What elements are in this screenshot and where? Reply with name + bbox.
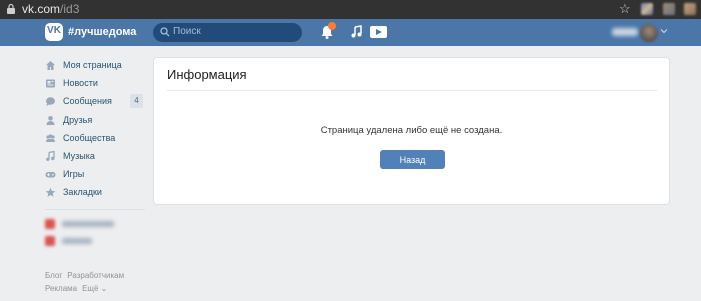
sidebar-nav: Моя страница Новости Сообщения 4 Друзья … (45, 58, 145, 204)
sidebar-item-bookmarks[interactable]: Закладки (45, 185, 145, 203)
extension-icon[interactable] (663, 3, 675, 15)
url-field[interactable]: vk.com/id3 (22, 2, 79, 16)
sidebar-item-groups[interactable]: Сообщества (45, 131, 145, 149)
sidebar-item-games[interactable]: Игры (45, 167, 145, 185)
search-input[interactable]: Поиск (153, 23, 302, 42)
search-icon (160, 27, 170, 37)
user-name-blurred[interactable] (612, 28, 638, 36)
logo-text: VK (47, 25, 61, 36)
back-button[interactable]: Назад (380, 150, 445, 169)
avatar[interactable] (640, 24, 658, 42)
sidebar-item-label: Сообщения (63, 96, 112, 107)
groups-icon (46, 134, 55, 142)
sidebar-divider (45, 209, 145, 210)
sidebar-item-label: Игры (63, 169, 85, 180)
vk-logo[interactable]: VK (45, 23, 63, 41)
games-icon (45, 172, 56, 178)
search-placeholder: Поиск (173, 26, 201, 37)
sidebar-item-label: Моя страница (63, 60, 122, 70)
app-label-blurred (62, 238, 92, 244)
sidebar-footer: Блог Разработчикам Реклама Ещё ⌄ (45, 269, 155, 295)
app-icon (45, 219, 55, 229)
card-divider (167, 90, 657, 91)
brand-hashtag[interactable]: #лучшедома (68, 26, 136, 38)
music-note-icon[interactable] (350, 25, 364, 39)
star-icon (45, 188, 56, 198)
sidebar-item-messages[interactable]: Сообщения 4 (45, 94, 145, 112)
footer-link-blog[interactable]: Блог (45, 271, 62, 280)
page-title: Информация (167, 67, 247, 82)
friends-icon (46, 115, 55, 125)
notification-badge (328, 22, 336, 30)
browser-address-bar: vk.com/id3 ☆ (0, 0, 701, 19)
profile-icon[interactable] (684, 3, 696, 15)
sidebar-item-label: Друзья (63, 114, 93, 125)
extension-icon[interactable] (641, 3, 653, 15)
app-icon (45, 236, 55, 246)
url-host: vk.com (22, 2, 61, 16)
app-label-blurred (62, 221, 114, 227)
footer-link-ads[interactable]: Реклама (45, 284, 77, 293)
footer-link-developers[interactable]: Разработчикам (67, 271, 124, 280)
url-path: /id3 (60, 2, 80, 16)
sidebar-item-label: Сообщества (63, 132, 116, 143)
sidebar-item-music[interactable]: Музыка (45, 149, 145, 167)
messages-icon (46, 97, 55, 107)
error-message: Страница удалена либо ещё не создана. (320, 125, 503, 136)
chevron-down-icon[interactable] (660, 27, 668, 35)
sidebar-item-friends[interactable]: Друзья (45, 113, 145, 131)
sidebar-app-blurred[interactable] (45, 218, 125, 230)
top-header: VK #лучшедома Поиск (0, 19, 701, 46)
lock-icon (7, 3, 15, 14)
sidebar-item-news[interactable]: Новости (45, 76, 145, 94)
home-icon (46, 61, 55, 70)
sidebar-item-label: Закладки (63, 187, 102, 198)
sidebar-item-label: Новости (63, 78, 98, 89)
messages-count-badge: 4 (130, 94, 143, 109)
video-play-icon[interactable] (370, 25, 387, 39)
sidebar-item-label: Музыка (63, 150, 95, 161)
info-card: Информация Страница удалена либо ещё не … (153, 57, 670, 205)
footer-link-more[interactable]: Ещё ⌄ (82, 284, 107, 293)
bookmark-star-icon[interactable]: ☆ (619, 1, 631, 17)
sidebar-item-my-page[interactable]: Моя страница (45, 58, 145, 76)
news-icon (46, 79, 55, 88)
music-icon (46, 150, 55, 161)
sidebar-app-blurred[interactable] (45, 235, 125, 247)
